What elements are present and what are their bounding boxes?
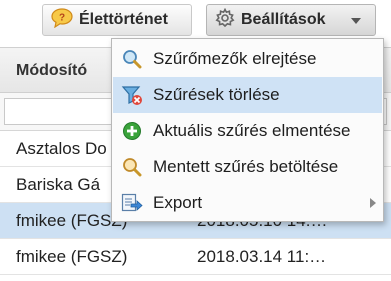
settings-button[interactable]: Beállítások <box>206 4 376 36</box>
svg-text:?: ? <box>59 12 65 23</box>
menu-item-label: Aktuális szűrés elmentése <box>153 121 351 140</box>
menu-item-hide-filters[interactable]: Szűrőmezők elrejtése <box>113 41 382 77</box>
settings-label: Beállítások <box>241 11 326 28</box>
gear-icon <box>215 7 235 33</box>
toolbar: ? Élettörténet Beállítások <box>0 0 391 40</box>
menu-item-label: Szűrőmezők elrejtése <box>153 49 317 68</box>
menu-item-save-filter[interactable]: Aktuális szűrés elmentése <box>113 113 382 149</box>
magnifier-icon <box>121 48 143 70</box>
cell-modifier: Bariska Gá <box>16 175 101 194</box>
menu-item-clear-filters[interactable]: Szűrések törlése <box>113 77 382 113</box>
menu-item-label: Szűrések törlése <box>153 85 280 104</box>
menu-item-load-filter[interactable]: Mentett szűrés betöltése <box>113 149 382 185</box>
menu-item-label: Export <box>153 193 203 212</box>
speech-bubble-icon: ? <box>51 7 73 33</box>
add-icon <box>121 120 143 142</box>
settings-menu: Szűrőmezők elrejtése Szűrések törlése Ak… <box>111 38 384 222</box>
table-row[interactable]: fmikee (FGSZ) 2018.03.14 11:… <box>0 239 391 275</box>
chevron-right-icon <box>370 198 376 208</box>
column-header-modifier[interactable]: Módosító <box>16 62 87 80</box>
menu-item-export[interactable]: Export <box>113 185 382 221</box>
cell-modifier: Asztalos Do <box>16 139 107 158</box>
filter-clear-icon <box>121 84 143 106</box>
history-label: Élettörténet <box>79 11 168 28</box>
magnifier-icon <box>121 156 143 178</box>
chevron-down-icon <box>351 18 361 24</box>
cell-modifier: fmikee (FGSZ) <box>16 247 128 266</box>
export-icon <box>121 192 143 214</box>
cell-date: 2018.03.14 11:… <box>197 247 327 266</box>
history-button[interactable]: ? Élettörténet <box>42 4 192 36</box>
menu-item-label: Mentett szűrés betöltése <box>153 157 339 176</box>
